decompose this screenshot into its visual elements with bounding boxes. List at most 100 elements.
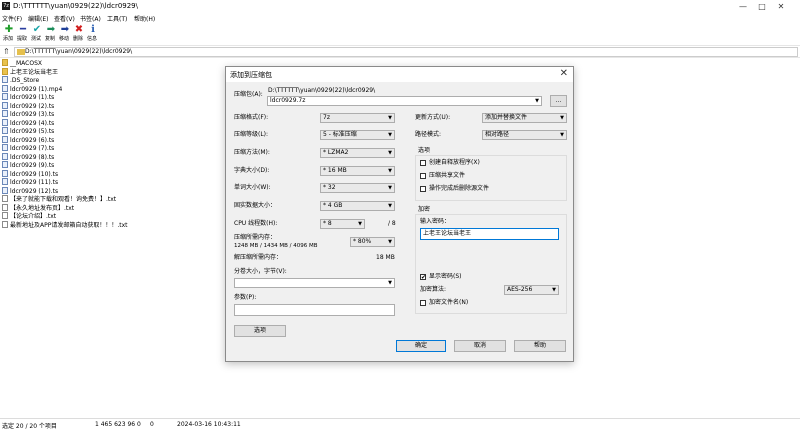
file-list-item[interactable]: ldcr0929 (4).ts (2, 118, 54, 127)
window-title: D:\TTTTTT\yuan\0929(22)\ldcr0929\ (13, 2, 138, 10)
method-select[interactable]: * LZMA2 ▼ (320, 148, 395, 158)
folder-icon (2, 67, 8, 75)
sfx-checkbox[interactable] (420, 160, 426, 166)
file-list-item[interactable]: 上老王论坛当老王 (2, 67, 58, 76)
file-list-item[interactable]: ldcr0929 (5).ts (2, 127, 54, 135)
archive-name-combo[interactable]: ldcr0929.7z ▼ (267, 96, 542, 106)
chevron-down-icon: ▼ (388, 239, 392, 245)
split-combo[interactable]: ▼ (234, 278, 395, 288)
file-name: ldcr0929 (8).ts (10, 153, 55, 161)
solid-label: 固实数据大小： (234, 202, 277, 209)
file-name: 最新地址及APP请发邮箱自动获取！！！.txt (10, 221, 128, 229)
method-value: * LZMA2 (323, 149, 349, 156)
solid-select[interactable]: * 4 GB ▼ (320, 201, 395, 211)
options-group-title: 选项 (418, 147, 431, 154)
file-list-item[interactable]: ldcr0929 (12).ts (2, 186, 59, 195)
shared-checkbox[interactable] (420, 173, 426, 179)
dict-select[interactable]: * 16 MB ▼ (320, 166, 395, 176)
file-list-item[interactable]: 【来了就能下载和观看！询免费！】.txt (2, 195, 116, 203)
path-select[interactable]: 相对路径 ▼ (482, 130, 567, 140)
file-icon (2, 161, 8, 168)
ok-button[interactable]: 确定 (396, 340, 446, 352)
file-name: ldcr0929 (9).ts (10, 162, 55, 169)
info-icon: ℹ (91, 24, 95, 35)
file-list-item[interactable]: ldcr0929 (6).ts (2, 135, 54, 144)
chevron-down-icon: ▼ (388, 132, 392, 138)
folder-icon (17, 49, 25, 55)
file-icon (2, 76, 8, 83)
file-list-item[interactable]: __MACOSX (2, 59, 42, 67)
level-select[interactable]: 5 - 标准压缩 ▼ (320, 130, 395, 140)
encrypt-names-checkbox[interactable] (420, 300, 426, 306)
file-list-item[interactable]: ldcr0929 (7).ts (2, 144, 54, 152)
menu-view[interactable]: 查看(V) (54, 14, 75, 23)
delete-after-checkbox[interactable] (420, 186, 426, 192)
status-size: 1 465 623 96 0 (95, 421, 141, 428)
chevron-down-icon: ▼ (358, 221, 362, 227)
mem-value: 1248 MB / 1434 MB / 4096 MB (234, 243, 318, 249)
word-label: 单词大小(W): (234, 184, 271, 191)
close-button[interactable]: ✕ (762, 0, 800, 13)
mem-label: 压缩所需内存： (234, 234, 277, 241)
file-list-item[interactable]: .DS_Store (2, 76, 39, 84)
update-select[interactable]: 添加并替换文件 ▼ (482, 113, 567, 123)
browse-button[interactable]: ... (550, 95, 567, 107)
mem-pct-value: * 80% (353, 238, 372, 245)
file-list-item[interactable]: ldcr0929 (1).mp4 (2, 84, 62, 93)
menu-help[interactable]: 帮助(H) (134, 14, 155, 23)
menu-bar: 文件(F) 编辑(E) 查看(V) 书签(A) 工具(T) 帮助(H) (0, 13, 800, 24)
file-list-item[interactable]: 【论坛介绍】.txt (2, 212, 56, 220)
file-name: ldcr0929 (5).ts (10, 128, 55, 135)
file-icon (2, 178, 8, 185)
status-date: 2024-03-16 10:43:11 (177, 421, 241, 428)
file-icon (2, 169, 8, 177)
file-name: 【来了就能下载和观看！询免费！】.txt (10, 196, 117, 203)
file-list-item[interactable]: ldcr0929 (11).ts (2, 178, 58, 186)
menu-bookmarks[interactable]: 书签(A) (80, 14, 101, 23)
file-name: ldcr0929 (3).ts (10, 111, 55, 118)
file-list-item[interactable]: ldcr0929 (10).ts (2, 169, 58, 178)
enc-method-select[interactable]: AES-256 ▼ (504, 285, 559, 295)
threads-select[interactable]: * 8 ▼ (320, 219, 365, 229)
decomp-label: 解压缩所需内存： (234, 254, 283, 261)
format-select[interactable]: 7z ▼ (320, 113, 395, 123)
sfx-label: 创建自释放程序(X) (429, 159, 480, 166)
menu-tools[interactable]: 工具(T) (107, 14, 127, 23)
check-icon: ✔ (32, 24, 42, 35)
file-list-item[interactable]: ldcr0929 (8).ts (2, 152, 55, 161)
archive-name-value: ldcr0929.7z (270, 97, 306, 104)
file-name: ldcr0929 (12).ts (10, 187, 59, 195)
level-label: 压缩等级(L): (234, 131, 269, 138)
help-button[interactable]: 帮助 (514, 340, 566, 352)
dialog-close-button[interactable]: ✕ (560, 68, 568, 80)
format-value: 7z (323, 114, 330, 121)
menu-edit[interactable]: 编辑(E) (28, 14, 48, 23)
chevron-down-icon: ▼ (560, 115, 564, 121)
chevron-down-icon: ▼ (388, 150, 392, 156)
word-select[interactable]: * 32 ▼ (320, 183, 395, 193)
file-icon (2, 93, 8, 100)
file-list-item[interactable]: ldcr0929 (9).ts (2, 161, 54, 169)
file-list-item[interactable]: 最新地址及APP请发邮箱自动获取！！！.txt (2, 220, 128, 229)
address-input[interactable]: D:\TTTTTT\yuan\0929(22)\ldcr0929\ (14, 47, 798, 57)
params-input[interactable] (234, 304, 395, 316)
file-list-item[interactable]: ldcr0929 (1).ts (2, 93, 54, 101)
info-button[interactable]: ℹ 信息 (86, 25, 100, 43)
cancel-button[interactable]: 取消 (454, 340, 506, 352)
chevron-down-icon: ▼ (388, 168, 392, 174)
password-input[interactable]: 上老王论坛当老王 (420, 228, 559, 240)
options-button[interactable]: 选项 (234, 325, 286, 337)
file-icon (2, 127, 8, 134)
dict-label: 字典大小(D): (234, 167, 270, 174)
file-list-item[interactable]: 【永久地址发布页】.txt (2, 203, 74, 212)
show-password-checkbox[interactable]: ✔ (420, 274, 426, 281)
text-file-icon (2, 203, 8, 211)
file-list-item[interactable]: ldcr0929 (3).ts (2, 110, 54, 118)
copy-arrow-icon: ➡ (46, 24, 56, 35)
mem-pct-select[interactable]: * 80% ▼ (350, 237, 395, 247)
menu-file[interactable]: 文件(F) (2, 14, 22, 23)
file-icon (2, 118, 8, 126)
up-folder-icon[interactable]: ⇑ (3, 48, 10, 56)
threads-total: / 8 (388, 220, 396, 227)
file-list-item[interactable]: ldcr0929 (2).ts (2, 101, 54, 110)
